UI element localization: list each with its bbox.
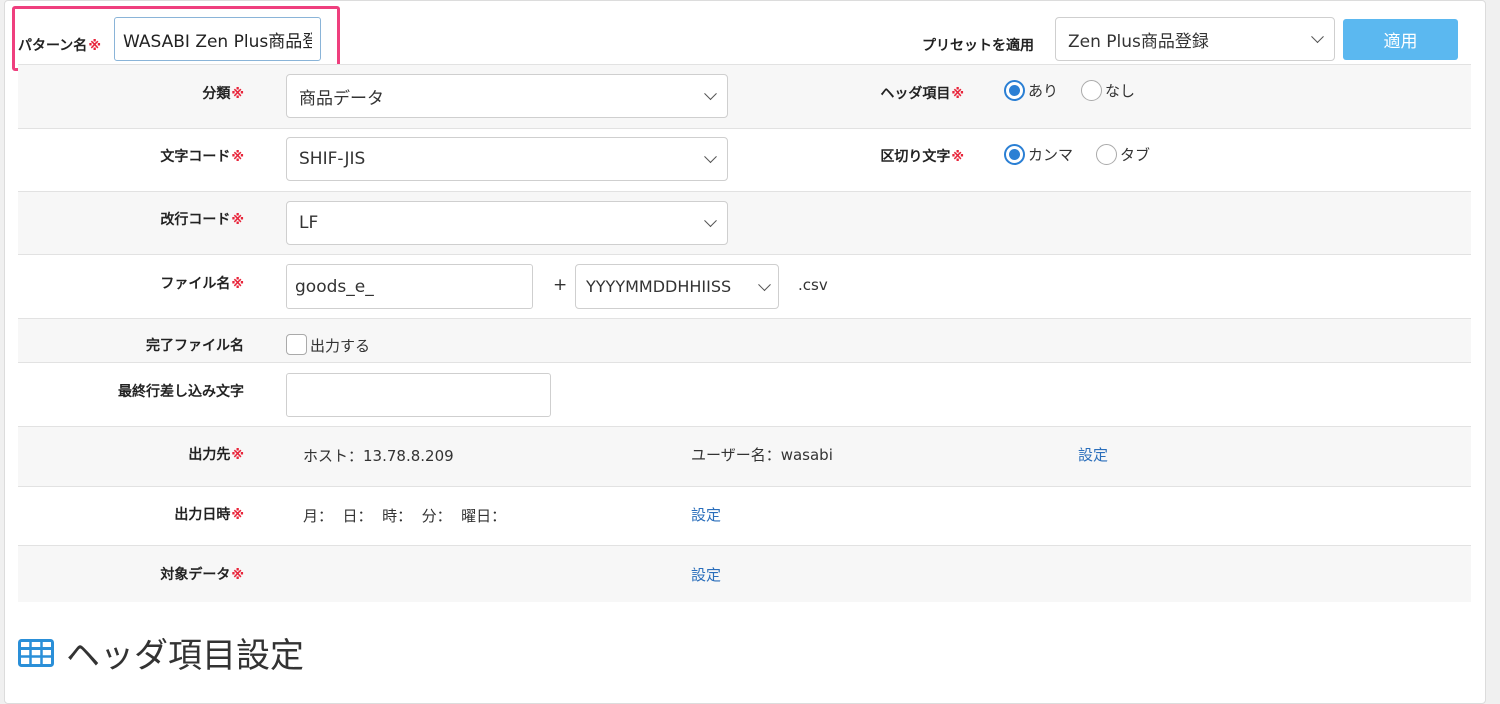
radio-label: なし — [1105, 82, 1136, 100]
char-code-select[interactable]: SHIF-JIS — [286, 137, 728, 181]
file-extension: .csv — [798, 276, 828, 294]
complete-file-checkbox[interactable] — [286, 334, 307, 355]
last-line-label: 最終行差し込み文字 — [118, 384, 244, 400]
plus-sign: + — [553, 275, 568, 295]
header-item-radio-no[interactable]: なし — [1081, 80, 1135, 101]
chevron-down-icon — [704, 214, 717, 228]
preset-label: プリセットを適用 — [922, 38, 1034, 54]
destination-label: 出力先※ — [188, 447, 244, 463]
delimiter-radio-comma[interactable]: カンマ — [1004, 144, 1073, 165]
table-icon — [18, 638, 54, 667]
pattern-name-label: パターン名※ — [18, 38, 101, 54]
target-data-setting-link[interactable]: 設定 — [691, 564, 721, 585]
newline-code-select[interactable]: LF — [286, 201, 728, 245]
destination-host: ホスト：13.78.8.209 — [303, 447, 454, 465]
destination-user: ユーザー名：wasabi — [691, 446, 833, 464]
newline-code-select-value: LF — [299, 213, 319, 233]
chevron-down-icon — [1311, 30, 1324, 44]
classification-select-value: 商品データ — [299, 88, 384, 109]
radio-label: あり — [1028, 82, 1059, 100]
date-format-select-value: YYYYMMDDHHIISS — [586, 277, 732, 296]
target-data-label: 対象データ※ — [160, 567, 244, 583]
newline-code-label: 改行コード※ — [160, 212, 244, 228]
preset-select-value: Zen Plus商品登録 — [1068, 31, 1209, 52]
delimiter-radio-tab[interactable]: タブ — [1096, 144, 1150, 165]
radio-label: タブ — [1120, 146, 1151, 164]
radio-label: カンマ — [1028, 146, 1074, 164]
apply-button[interactable]: 適用 — [1343, 19, 1458, 60]
file-name-label: ファイル名※ — [160, 276, 244, 292]
section-heading: ヘッダ項目設定 — [18, 628, 304, 677]
header-item-label: ヘッダ項目※ — [880, 86, 964, 102]
file-name-prefix-value: goods_e_ — [295, 276, 374, 297]
last-line-input[interactable] — [286, 373, 551, 417]
radio-unselected-icon — [1096, 144, 1117, 165]
header-item-radio-yes[interactable]: あり — [1004, 80, 1058, 101]
chevron-down-icon — [704, 87, 717, 101]
chevron-down-icon — [758, 277, 771, 291]
char-code-label: 文字コード※ — [160, 149, 244, 165]
complete-file-label: 完了ファイル名 — [146, 338, 244, 354]
output-datetime-schedule: 月： 日： 時： 分： 曜日： — [303, 507, 507, 525]
radio-selected-icon — [1004, 144, 1025, 165]
radio-unselected-icon — [1081, 80, 1102, 101]
file-name-prefix-input[interactable]: goods_e_ — [286, 264, 533, 309]
complete-file-checkbox-label: 出力する — [310, 337, 371, 355]
chevron-down-icon — [704, 150, 717, 164]
classification-label: 分類※ — [202, 86, 244, 102]
pattern-name-input[interactable] — [114, 17, 321, 61]
char-code-select-value: SHIF-JIS — [299, 149, 366, 169]
output-datetime-setting-link[interactable]: 設定 — [691, 504, 721, 525]
date-format-select[interactable]: YYYYMMDDHHIISS — [575, 264, 779, 309]
output-datetime-label: 出力日時※ — [174, 507, 244, 523]
radio-selected-icon — [1004, 80, 1025, 101]
classification-select[interactable]: 商品データ — [286, 74, 728, 118]
destination-setting-link[interactable]: 設定 — [1078, 444, 1108, 465]
preset-select[interactable]: Zen Plus商品登録 — [1055, 17, 1335, 61]
delimiter-label: 区切り文字※ — [880, 149, 964, 165]
section-title: ヘッダ項目設定 — [66, 636, 304, 676]
